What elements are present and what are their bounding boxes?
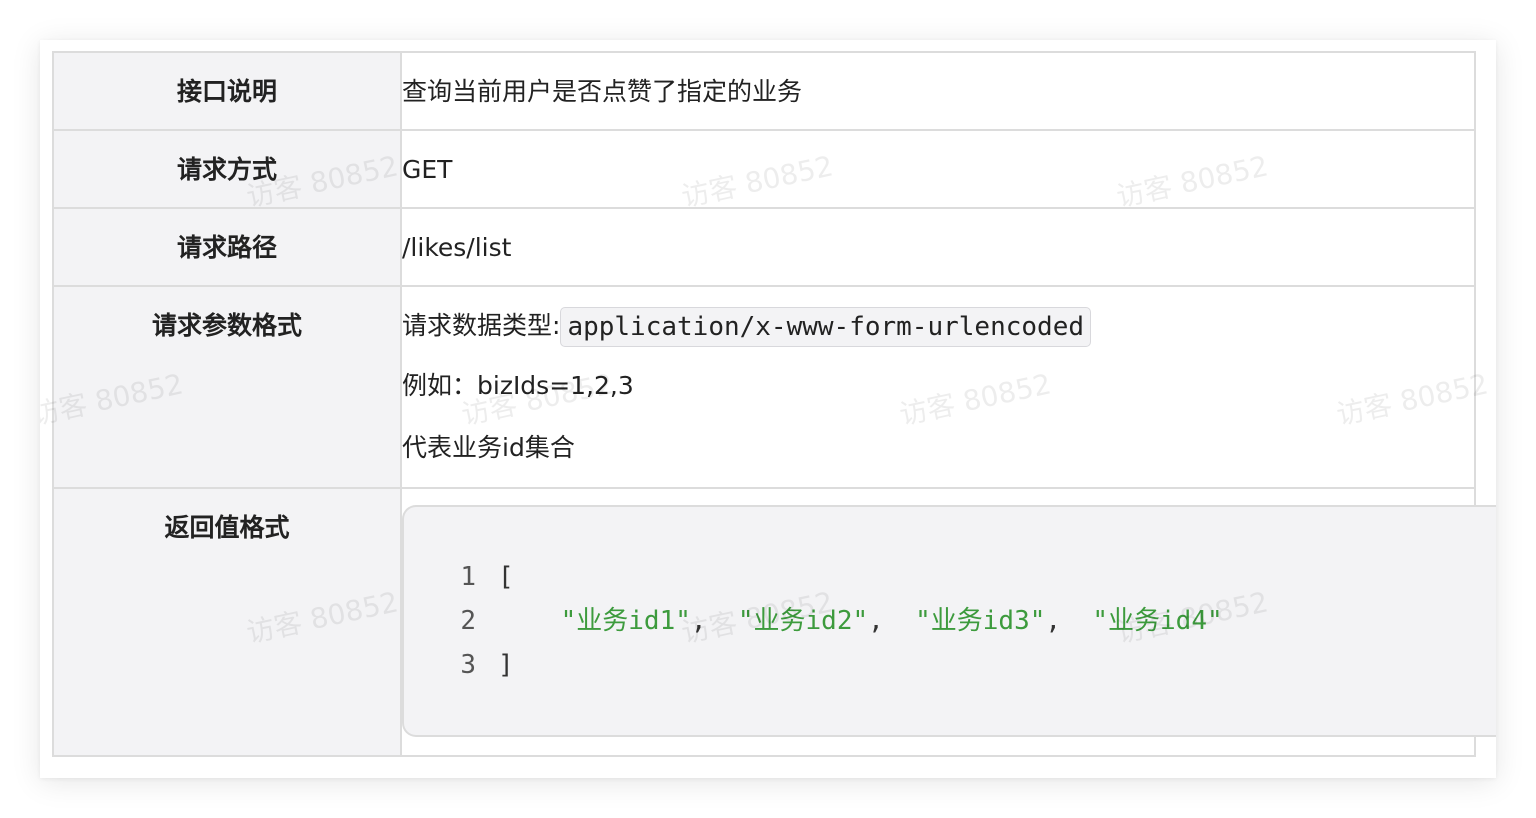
label-cell: 请求参数格式 xyxy=(52,285,402,489)
data-type-prefix: 请求数据类型: xyxy=(402,311,561,340)
code-line-1: 1[ xyxy=(404,555,514,599)
row-label: 返回值格式 xyxy=(164,513,290,542)
api-doc-table: 接口说明 查询当前用户是否点赞了指定的业务 请求方式 GET 请求路径 /lik… xyxy=(52,51,1496,757)
row-value: 查询当前用户是否点赞了指定的业务 xyxy=(402,77,803,106)
value-cell: 1[ 2 "业务id1", "业务id2", "业务id3", "业务id4" … xyxy=(400,487,1496,757)
row-request-path: 请求路径 /likes/list xyxy=(52,207,1476,287)
row-request-params: 请求参数格式 请求数据类型: application/x-www-form-url… xyxy=(52,285,1476,489)
value-cell: 请求数据类型: application/x-www-form-urlencoded… xyxy=(400,285,1476,489)
label-cell: 请求方式 xyxy=(52,129,402,209)
example-line: 例如：bizIds=1,2,3 xyxy=(402,371,634,400)
line-number: 1 xyxy=(460,562,476,592)
string-item: "业务id1" xyxy=(560,606,691,636)
description-line: 代表业务id集合 xyxy=(402,433,575,462)
label-cell: 请求路径 xyxy=(52,207,402,287)
value-cell: GET xyxy=(400,129,1476,209)
row-label: 请求路径 xyxy=(176,233,277,262)
data-type-line: 请求数据类型: application/x-www-form-urlencoded xyxy=(402,307,1474,347)
code-line-3: 3] xyxy=(404,643,514,687)
row-interface-description: 接口说明 查询当前用户是否点赞了指定的业务 xyxy=(52,51,1476,131)
code-block: 1[ 2 "业务id1", "业务id2", "业务id3", "业务id4" … xyxy=(402,505,1496,737)
row-label: 请求参数格式 xyxy=(151,311,302,340)
value-cell: 查询当前用户是否点赞了指定的业务 xyxy=(400,51,1476,131)
label-cell: 接口说明 xyxy=(52,51,402,131)
string-item: "业务id2" xyxy=(737,606,869,636)
row-request-method: 请求方式 GET xyxy=(52,129,1476,209)
label-cell: 返回值格式 xyxy=(52,487,402,757)
row-return-format: 返回值格式 1[ 2 "业务id1", "业务id2", "业务id3", "业… xyxy=(52,487,1496,757)
row-label: 请求方式 xyxy=(176,155,277,184)
data-type-code: application/x-www-form-urlencoded xyxy=(560,307,1091,347)
separator: , xyxy=(1045,606,1062,636)
string-item: "业务id3" xyxy=(915,606,1046,636)
value-cell: /likes/list xyxy=(400,207,1476,287)
string-item: "业务id4" xyxy=(1092,606,1223,636)
row-label: 接口说明 xyxy=(176,77,277,106)
line-number: 2 xyxy=(460,606,476,636)
row-value: GET xyxy=(402,155,453,184)
close-bracket: ] xyxy=(498,650,514,680)
code-line-2: 2 "业务id1", "业务id2", "业务id3", "业务id4" xyxy=(404,599,1223,643)
row-value: /likes/list xyxy=(402,233,512,262)
line-number: 3 xyxy=(460,650,476,680)
separator: , xyxy=(868,606,884,636)
separator: , xyxy=(690,606,707,636)
api-doc-card: 接口说明 查询当前用户是否点赞了指定的业务 请求方式 GET 请求路径 /lik… xyxy=(40,40,1496,778)
open-bracket: [ xyxy=(498,562,514,592)
